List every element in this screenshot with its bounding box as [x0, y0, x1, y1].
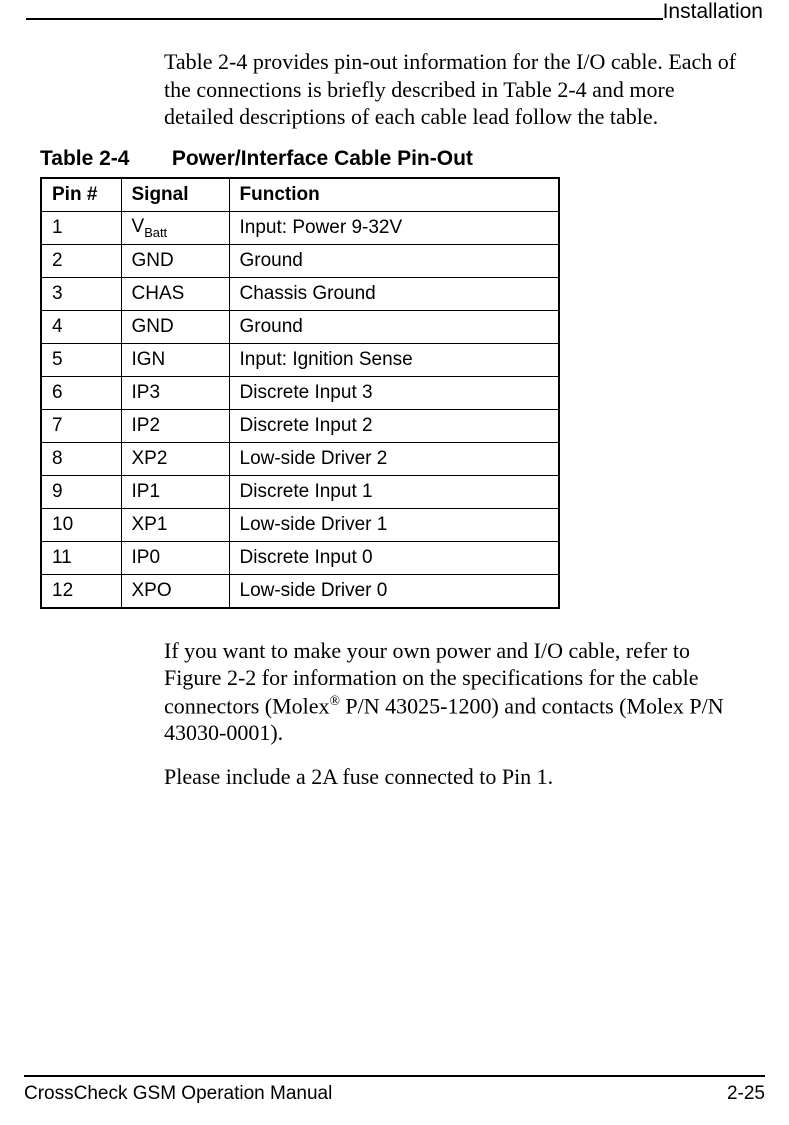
intro-paragraph: Table 2-4 provides pin-out information f… [164, 48, 749, 131]
table-row: 1VBattInput: Power 9-32V [41, 211, 559, 244]
page-footer: CrossCheck GSM Operation Manual 2-25 [24, 1075, 765, 1105]
table-row: 9IP1Discrete Input 1 [41, 475, 559, 508]
table-number: Table 2-4 [40, 147, 166, 171]
header-rule [26, 18, 763, 20]
registered-mark: ® [330, 693, 340, 708]
col-header-signal: Signal [121, 178, 229, 212]
cell-pin: 7 [41, 409, 121, 442]
cell-function: Discrete Input 2 [229, 409, 559, 442]
footer-left: CrossCheck GSM Operation Manual [24, 1083, 332, 1105]
table-row: 12XPOLow-side Driver 0 [41, 574, 559, 608]
page: Installation Table 2-4 provides pin-out … [0, 0, 789, 1125]
cell-pin: 11 [41, 541, 121, 574]
cell-pin: 10 [41, 508, 121, 541]
cell-signal: GND [121, 244, 229, 277]
table-row: 7IP2Discrete Input 2 [41, 409, 559, 442]
table-row: 2GNDGround [41, 244, 559, 277]
fuse-note-paragraph: Please include a 2A fuse connected to Pi… [164, 763, 749, 791]
col-header-pin: Pin # [41, 178, 121, 212]
cell-function: Discrete Input 0 [229, 541, 559, 574]
table-row: 10XP1Low-side Driver 1 [41, 508, 559, 541]
cell-function: Low-side Driver 1 [229, 508, 559, 541]
cell-function: Low-side Driver 0 [229, 574, 559, 608]
pinout-table: Pin # Signal Function 1VBattInput: Power… [40, 177, 560, 609]
cell-pin: 2 [41, 244, 121, 277]
cell-signal: IGN [121, 343, 229, 376]
cell-pin: 4 [41, 310, 121, 343]
cell-function: Ground [229, 244, 559, 277]
cell-pin: 6 [41, 376, 121, 409]
cell-function: Input: Power 9-32V [229, 211, 559, 244]
cell-signal: XP1 [121, 508, 229, 541]
cell-signal: VBatt [121, 211, 229, 244]
cell-pin: 8 [41, 442, 121, 475]
table-row: 8XP2Low-side Driver 2 [41, 442, 559, 475]
cell-pin: 9 [41, 475, 121, 508]
cell-pin: 1 [41, 211, 121, 244]
cell-signal: GND [121, 310, 229, 343]
table-row: 5IGNInput: Ignition Sense [41, 343, 559, 376]
table-row: 4GNDGround [41, 310, 559, 343]
cell-pin: 12 [41, 574, 121, 608]
table-row: 3CHASChassis Ground [41, 277, 559, 310]
table-header-row: Pin # Signal Function [41, 178, 559, 212]
col-header-function: Function [229, 178, 559, 212]
cell-signal: CHAS [121, 277, 229, 310]
cell-function: Low-side Driver 2 [229, 442, 559, 475]
cell-function: Discrete Input 3 [229, 376, 559, 409]
table-caption: Table 2-4 Power/Interface Cable Pin-Out [40, 147, 749, 171]
cell-signal: IP2 [121, 409, 229, 442]
cell-function: Discrete Input 1 [229, 475, 559, 508]
cell-function: Input: Ignition Sense [229, 343, 559, 376]
cell-function: Ground [229, 310, 559, 343]
connector-spec-paragraph: If you want to make your own power and I… [164, 637, 749, 747]
section-header: Installation [663, 0, 763, 26]
table-row: 11IP0Discrete Input 0 [41, 541, 559, 574]
cell-function: Chassis Ground [229, 277, 559, 310]
cell-pin: 5 [41, 343, 121, 376]
cell-signal: XPO [121, 574, 229, 608]
footer-right: 2-25 [727, 1083, 765, 1105]
cell-signal: XP2 [121, 442, 229, 475]
cell-signal: IP0 [121, 541, 229, 574]
cell-signal: IP3 [121, 376, 229, 409]
cell-pin: 3 [41, 277, 121, 310]
table-title: Power/Interface Cable Pin-Out [172, 147, 473, 170]
table-row: 6IP3Discrete Input 3 [41, 376, 559, 409]
cell-signal: IP1 [121, 475, 229, 508]
signal-subscript: Batt [144, 224, 167, 239]
